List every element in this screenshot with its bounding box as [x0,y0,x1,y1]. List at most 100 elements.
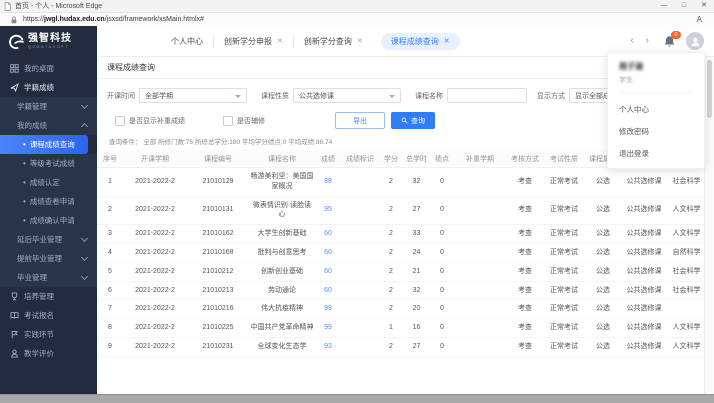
notifications-button[interactable]: 0 [663,30,681,48]
cell-makeup [454,262,506,282]
course-nature-select[interactable]: 公共选修课 [293,88,401,103]
vertical-scrollbar[interactable] [704,57,714,395]
close-tab-icon[interactable]: ✕ [357,37,363,45]
tab-个人中心[interactable]: 个人中心 [161,34,213,48]
cell-credit: 2 [379,262,403,282]
tab-label: 个人中心 [171,36,203,46]
url-text[interactable]: https://jwgl.hudax.edu.cn/jsxsd/framewor… [23,16,204,23]
cell-makeup [454,318,506,338]
column-header: 开课学期 [123,150,187,168]
cell-nature: 公共选修课 [622,167,666,197]
cell-assess: 考查 [506,299,544,320]
cell-makeup [454,167,506,197]
cell-hours: 16 [403,318,430,338]
notification-badge: 0 [671,30,681,39]
score-link[interactable]: 60 [315,281,341,301]
sidebar-item-延后毕业管理[interactable]: 延后毕业管理 [0,230,97,249]
sidebar-item-教学评价[interactable]: 教学评价 [0,344,97,363]
sidebar-item-成绩确认申请[interactable]: • 成绩确认申请 [0,211,97,230]
user-menu-item-个人中心[interactable]: 个人中心 [619,104,693,115]
cell-assess: 考查 [506,243,544,263]
chevron-down-icon [389,94,395,101]
sidebar-item-提前毕业管理[interactable]: 提前毕业管理 [0,249,97,268]
avatar[interactable] [686,32,704,50]
sidebar-item-实践环节[interactable]: 实践环节 [0,325,97,344]
score-link[interactable]: 99 [315,318,341,338]
sidebar-item-考试报名[interactable]: 考试报名 [0,306,97,325]
score-link[interactable]: 60 [315,262,341,282]
lock-icon [10,16,18,24]
cell-name: 畅游美利坚：美国国家概况 [249,167,315,197]
scroll-tabs-right-icon[interactable]: › [640,36,655,46]
cell-nature: 公共选修课 [622,243,666,263]
read-aloud-icon[interactable]: A [697,15,702,24]
close-tab-icon[interactable]: ✕ [277,37,283,45]
close-tab-icon[interactable]: ✕ [444,37,450,45]
chevron-down-icon [80,234,89,243]
scroll-tabs-left-icon[interactable]: ‹ [624,36,639,46]
sidebar-item-成绩认定[interactable]: • 成绩认定 [0,173,97,192]
cell-assess: 考查 [506,196,544,226]
close-button[interactable]: ✕ [694,0,714,12]
cell-gpa: 0 [430,196,454,226]
cell-gpa: 0 [430,224,454,244]
browser-addressbar[interactable]: https://jwgl.hudax.edu.cn/jsxsd/framewor… [0,13,714,27]
score-link[interactable]: 60 [315,224,341,244]
tab-课程成绩查询[interactable]: 课程成绩查询 ✕ [380,32,460,50]
sidebar-item-成绩查卷申请[interactable]: • 成绩查卷申请 [0,192,97,211]
cell-name: 劳动通论 [249,281,315,301]
exam-icon [10,311,19,320]
cell-code: 21010162 [187,224,249,244]
sidebar-item-等级考试成绩[interactable]: • 等级考试成绩 [0,154,97,173]
minor-checkbox[interactable]: 是否辅修 [223,115,265,126]
term-select[interactable]: 全部学期 [139,88,247,103]
checkbox-icon [223,115,233,126]
cell-term: 2021-2022-2 [123,299,187,320]
sidebar-item-课程成绩查询[interactable]: • 课程成绩查询 [0,135,88,154]
table-row: 5 2021-2022-2 21010212 创新创业基础 60 2 21 0 考查 正常考试 公选… [97,262,705,282]
score-link[interactable]: 88 [315,167,341,197]
cell-mark [341,224,379,244]
cell-hours: 20 [403,299,430,320]
tab-创新学分申报[interactable]: 创新学分申报 ✕ [213,34,293,48]
user-menu-item-退出登录[interactable]: 退出登录 [619,148,693,159]
export-button[interactable]: 导出 [335,112,385,129]
cell-attr: 公选 [584,224,622,244]
sidebar-item-label: 学籍管理 [17,102,47,111]
minimize-button[interactable]: — [654,0,674,12]
cell-name: 大学生创新基础 [249,224,315,244]
sidebar-item-学籍成绩[interactable]: 学籍成绩 [0,78,97,97]
sidebar-item-学籍管理[interactable]: 学籍管理 [0,97,97,116]
user-menu-item-修改密码[interactable]: 修改密码 [619,126,693,137]
tab-创新学分查询[interactable]: 创新学分查询 ✕ [292,34,373,48]
sidebar-item-我的成绩[interactable]: 我的成绩 [0,116,97,135]
cell-mark [341,243,379,263]
cell-credit: 2 [379,224,403,244]
column-header: 绩点 [430,150,454,168]
score-link[interactable]: 60 [315,243,341,263]
evaluation-icon [10,349,19,358]
cell-attr: 公选 [584,318,622,338]
sidebar-item-培养管理[interactable]: 培养管理 [0,287,97,306]
cell-nature: 公共选修课 [622,318,666,338]
browser-tab-title: 首页 - 个人 - Microsoft Edge [15,3,103,10]
maximize-button[interactable]: □ [674,0,694,12]
cell-makeup [454,196,506,226]
display-mode-label: 显示方式 [537,92,565,100]
score-link[interactable]: 95 [315,196,341,226]
search-icon [401,117,408,124]
score-link[interactable]: 93 [315,337,341,357]
cell-credit: 1 [379,318,403,338]
scrollbar-thumb[interactable] [707,60,712,118]
show-makeup-checkbox[interactable]: 是否显示补重成绩 [115,115,185,126]
cell-category: 人文科学 [666,337,705,357]
sidebar-item-我的桌面[interactable]: 我的桌面 [0,59,97,78]
query-button[interactable]: 查询 [391,112,435,129]
cell-assess: 考查 [506,167,544,197]
table-row: 7 2021-2022-2 21010216 伟大抗疫精神 99 2 20 0 考查 正常考试 公选… [97,299,705,320]
score-link[interactable]: 99 [315,299,341,320]
course-name-input[interactable] [447,88,527,103]
practice-icon [10,330,19,339]
sidebar-item-毕业管理[interactable]: 毕业管理 [0,268,97,287]
table-row: 8 2021-2022-2 21010225 中国共产党革命精神 99 1 16 0 考查 正常考… [97,318,705,338]
